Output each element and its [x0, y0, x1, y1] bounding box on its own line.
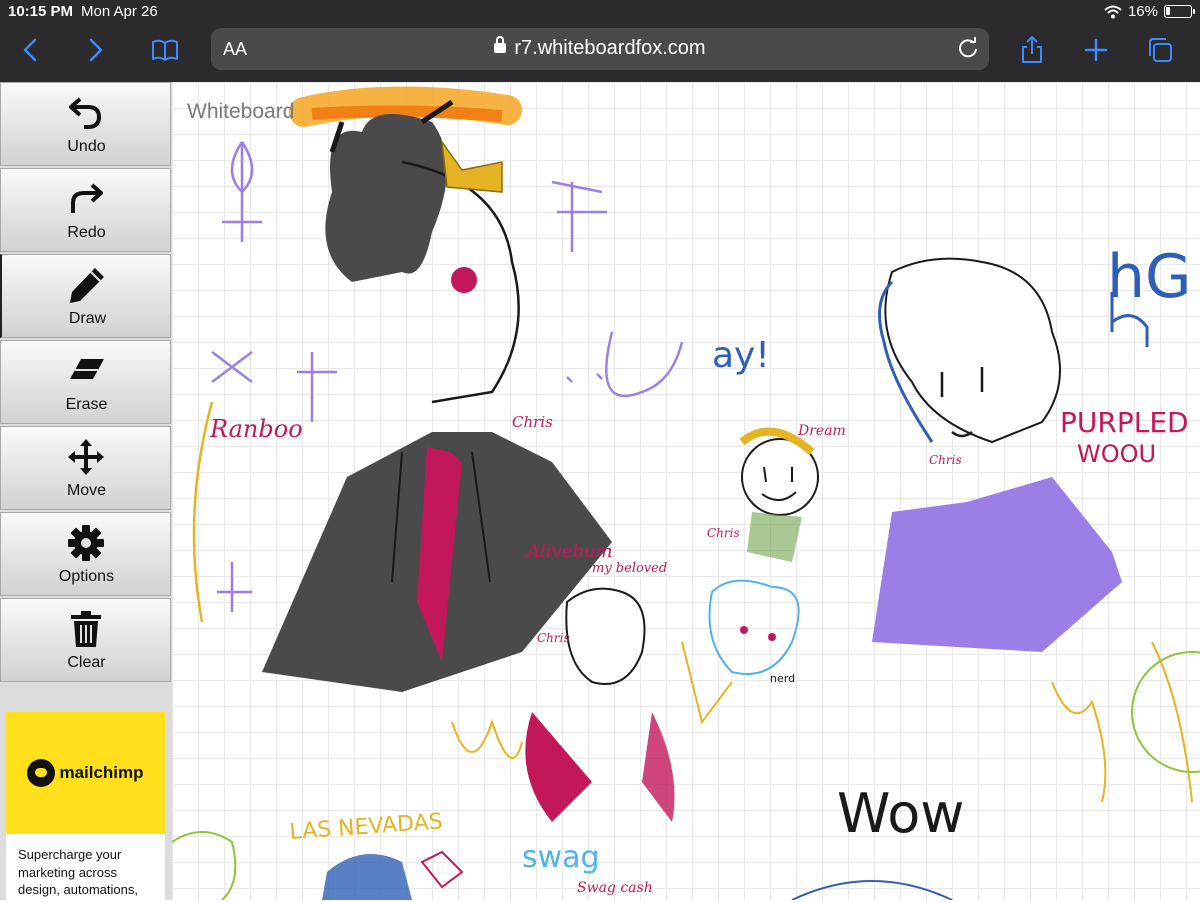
browser-chrome: 10:15 PM Mon Apr 26 16% AA r7.whiteboard… — [0, 0, 1200, 82]
share-icon — [1022, 36, 1042, 63]
tabs-icon — [1149, 38, 1172, 62]
forward-button[interactable] — [77, 32, 113, 68]
handwriting-ay: ay! — [712, 335, 770, 376]
share-button[interactable] — [1014, 32, 1050, 68]
battery-icon — [1164, 5, 1195, 18]
handwriting-chris-4: Chris — [929, 453, 962, 467]
battery-percent: 16% — [1127, 3, 1158, 20]
ad-brand: mailchimp — [6, 712, 165, 834]
back-button[interactable] — [13, 32, 49, 68]
draw-button[interactable]: Draw — [0, 254, 171, 338]
undo-button[interactable]: Undo — [0, 82, 171, 166]
url-text: r7.whiteboardfox.com — [514, 37, 706, 59]
handwriting-chris-3: Chris — [537, 631, 570, 645]
draw-label: Draw — [68, 310, 107, 327]
whiteboard-title: Whiteboard — [187, 100, 295, 123]
redo-label: Redo — [67, 224, 106, 241]
handwriting-wow: Wow — [837, 782, 964, 845]
wifi-icon — [1104, 5, 1122, 18]
clear-button[interactable]: Clear — [0, 598, 171, 682]
redo-icon — [71, 183, 103, 213]
handwriting-chris-1: Chris — [512, 413, 553, 431]
move-icon — [68, 439, 104, 475]
reload-icon[interactable] — [957, 37, 979, 59]
tabs-button[interactable] — [1142, 32, 1178, 68]
ad-brand-name: mailchimp — [59, 763, 144, 782]
erase-button[interactable]: Erase — [0, 340, 171, 424]
status-date: Mon Apr 26 — [81, 3, 158, 20]
lock-icon — [494, 36, 507, 53]
whiteboard-drawing: Ranboo Chris Chris Chris Chris Alivebum … — [172, 86, 1200, 900]
bookmarks-icon — [152, 39, 178, 61]
status-bar: 10:15 PM Mon Apr 26 16% — [0, 0, 1200, 24]
whiteboard-toolbar: Undo Redo Draw Erase Move Options Clear — [0, 82, 172, 902]
whiteboard-canvas[interactable]: Ranboo Chris Chris Chris Chris Alivebum … — [172, 82, 1200, 900]
handwriting-dream: Dream — [797, 423, 846, 439]
mailchimp-ad[interactable]: mailchimp Supercharge your marketing acr… — [6, 712, 165, 902]
mailchimp-logo-icon — [27, 759, 56, 787]
back-icon — [23, 38, 37, 62]
trash-icon — [71, 611, 101, 647]
options-label: Options — [58, 568, 115, 585]
handwriting-my-beloved: my beloved — [592, 561, 667, 576]
ad-copy: Supercharge your marketing across design… — [18, 847, 138, 898]
handwriting-swag-cash: Swag cash — [577, 880, 653, 896]
bookmarks-button[interactable] — [147, 32, 183, 68]
handwriting-purpled: PURPLED — [1060, 406, 1189, 439]
clear-label: Clear — [67, 654, 106, 671]
handwriting-ranboo: Ranboo — [209, 415, 303, 443]
new-tab-button[interactable] — [1078, 32, 1114, 68]
undo-label: Undo — [67, 138, 106, 155]
forward-icon — [89, 38, 103, 62]
battery-level — [1166, 7, 1170, 15]
handwriting-alivebum: Alivebum — [525, 541, 613, 562]
options-button[interactable]: Options — [0, 512, 171, 596]
redo-button[interactable]: Redo — [0, 168, 171, 252]
url-display[interactable]: r7.whiteboardfox.com — [211, 36, 989, 60]
handwriting-hg: hG — [1107, 242, 1192, 312]
handwriting-swag: swag — [522, 840, 600, 875]
undo-icon — [69, 97, 102, 129]
handwriting-woou: WOOU — [1077, 440, 1156, 468]
address-bar[interactable]: AA r7.whiteboardfox.com — [211, 28, 989, 70]
move-label: Move — [66, 482, 107, 499]
eraser-icon — [70, 359, 104, 379]
new-tab-icon — [1084, 38, 1108, 62]
gear-icon — [68, 525, 104, 561]
erase-label: Erase — [65, 396, 108, 413]
status-right: 16% — [1104, 3, 1195, 20]
handwriting-nerd: nerd — [770, 672, 795, 685]
handwriting-chris-2: Chris — [707, 526, 740, 540]
status-time: 10:15 PM — [8, 3, 74, 20]
handwriting-las-nevadas: LAS NEVADAS — [289, 809, 444, 845]
pencil-icon — [70, 268, 104, 303]
move-button[interactable]: Move — [0, 426, 171, 510]
